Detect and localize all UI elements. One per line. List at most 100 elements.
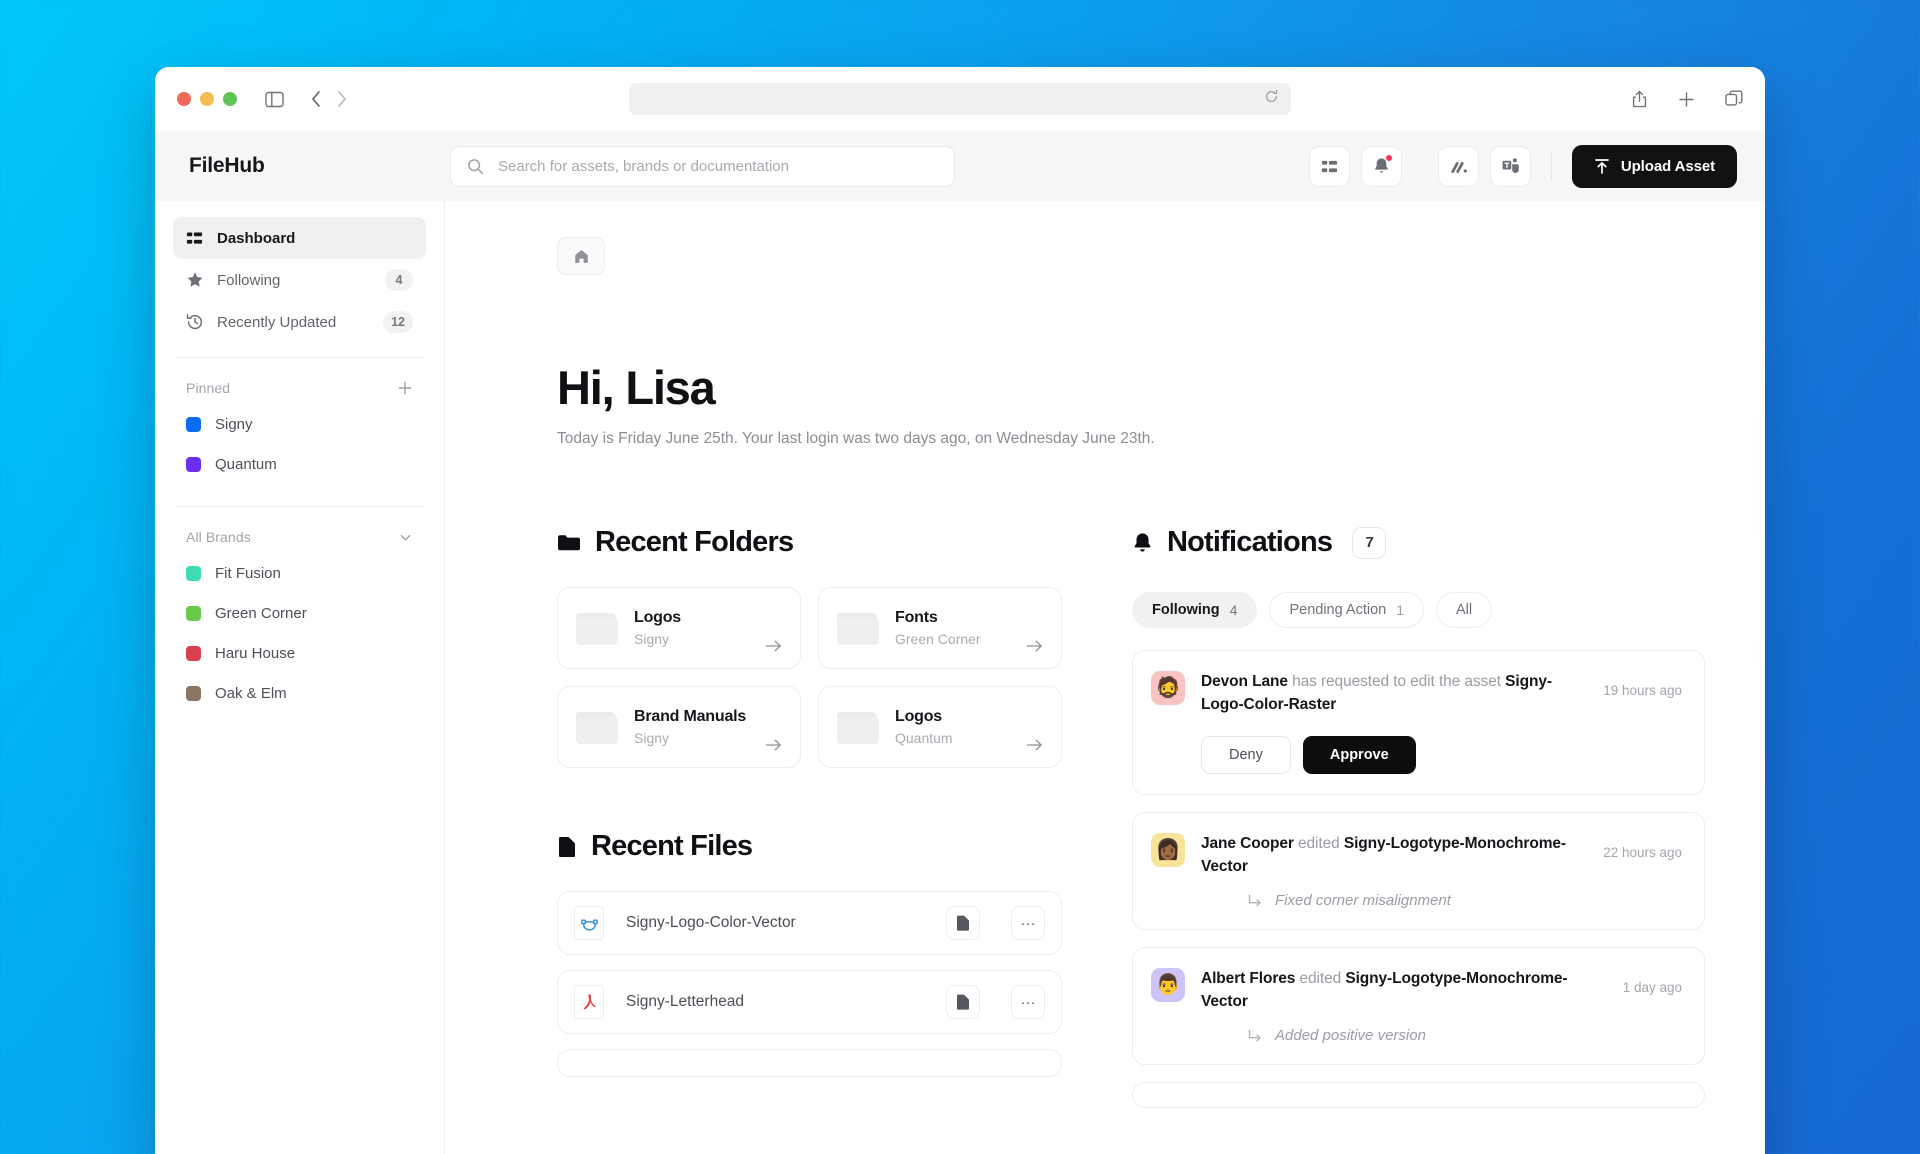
- file-more-options-button[interactable]: ···: [1011, 906, 1045, 941]
- file-row[interactable]: [557, 1049, 1062, 1078]
- app-header: FileHub Search for assets, brands or doc…: [155, 131, 1765, 201]
- pinned-label: Signy: [215, 415, 253, 433]
- tab-label: All: [1456, 602, 1473, 619]
- notifications-list: 🧔 Devon Lane has requested to edit the a…: [1132, 650, 1705, 1109]
- brand-item-green-corner[interactable]: Green Corner: [173, 593, 426, 633]
- add-pinned-icon[interactable]: [397, 380, 413, 396]
- folder-card[interactable]: Logos Signy: [557, 587, 801, 670]
- app-body: Dashboard Following 4 Recently Updated 1…: [155, 201, 1765, 1154]
- notification-badge-dot: [1384, 153, 1393, 162]
- pinned-item-signy[interactable]: Signy: [173, 404, 426, 444]
- notification-note: Added positive version: [1275, 1027, 1426, 1045]
- recent-folders-heading: Recent Folders: [557, 526, 1062, 559]
- back-icon[interactable]: [310, 90, 322, 108]
- monday-integration-button[interactable]: [1437, 145, 1479, 187]
- new-tab-icon[interactable]: [1678, 91, 1695, 108]
- brand-color-swatch: [186, 645, 201, 661]
- sidebar-item-following[interactable]: Following 4: [173, 259, 426, 301]
- folder-name: Fonts: [895, 609, 938, 627]
- folder-card[interactable]: Logos Quantum: [818, 686, 1062, 769]
- notifications-bell-button[interactable]: [1360, 145, 1402, 187]
- app-logo[interactable]: FileHub: [189, 154, 441, 178]
- pinned-label: Quantum: [215, 455, 277, 473]
- show-tabs-icon[interactable]: [1725, 90, 1743, 108]
- chevron-down-icon[interactable]: [398, 530, 413, 545]
- deny-button[interactable]: Deny: [1201, 736, 1291, 775]
- browser-chrome-actions: [1631, 90, 1743, 109]
- history-icon: [186, 313, 204, 331]
- notification-actor: Albert Flores: [1201, 970, 1296, 988]
- header-divider: [1550, 151, 1552, 181]
- recent-files-list: Signy-Logo-Color-Vector ··· Signy-Letter…: [557, 891, 1062, 1078]
- arrow-right-icon[interactable]: [1026, 738, 1043, 752]
- star-icon: [186, 271, 204, 289]
- notification-text: Albert Flores edited Signy-Logotype-Mono…: [1201, 968, 1595, 1013]
- folder-name: Brand Manuals: [634, 708, 747, 726]
- pdf-file-icon: [574, 985, 604, 1020]
- brand-item-fit-fusion[interactable]: Fit Fusion: [173, 553, 426, 593]
- reload-icon[interactable]: [1264, 89, 1279, 109]
- file-name: Signy-Letterhead: [626, 993, 745, 1011]
- pinned-section-header: Pinned: [173, 372, 426, 404]
- sidebar-item-recently-updated[interactable]: Recently Updated 12: [173, 301, 426, 343]
- close-window-button[interactable]: [177, 92, 191, 106]
- brand-item-oak-and-elm[interactable]: Oak & Elm: [173, 673, 426, 713]
- folder-card[interactable]: Fonts Green Corner: [818, 587, 1062, 670]
- approve-button[interactable]: Approve: [1302, 736, 1416, 775]
- folder-card[interactable]: Brand Manuals Signy: [557, 686, 801, 769]
- tab-label: Pending Action: [1289, 602, 1387, 619]
- minimize-window-button[interactable]: [200, 92, 214, 106]
- avatar-emoji: 👨: [1155, 974, 1181, 997]
- pinned-item-quantum[interactable]: Quantum: [173, 444, 426, 484]
- right-column: Notifications 7 Following 4 Pending Acti…: [1132, 526, 1705, 1109]
- arrow-right-icon[interactable]: [1026, 639, 1043, 653]
- brand-item-haru-house[interactable]: Haru House: [173, 633, 426, 673]
- notification-card[interactable]: 🧔 Devon Lane has requested to edit the a…: [1132, 650, 1705, 796]
- tab-count: 1: [1396, 602, 1404, 619]
- brand-label: Fit Fusion: [215, 564, 281, 582]
- tab-pending-action[interactable]: Pending Action 1: [1269, 592, 1424, 629]
- file-row[interactable]: Signy-Letterhead ···: [557, 970, 1062, 1035]
- sidebar-divider: [175, 506, 424, 507]
- sidebar-toggle-icon[interactable]: [265, 91, 284, 108]
- tab-label: Following: [1152, 602, 1220, 619]
- browser-window: FileHub Search for assets, brands or doc…: [155, 67, 1765, 1154]
- search-input[interactable]: [498, 157, 938, 175]
- file-more-options-button[interactable]: ···: [1011, 985, 1045, 1020]
- notification-card[interactable]: 👩🏾 Jane Cooper edited Signy-Logotype-Mon…: [1132, 812, 1705, 931]
- tab-all[interactable]: All: [1436, 592, 1493, 629]
- brand-color-swatch: [186, 685, 201, 701]
- maximize-window-button[interactable]: [223, 92, 237, 106]
- browser-url-bar[interactable]: [629, 83, 1291, 115]
- all-brands-title: All Brands: [186, 529, 251, 545]
- file-row[interactable]: Signy-Logo-Color-Vector ···: [557, 891, 1062, 956]
- apps-grid-button[interactable]: [1308, 145, 1350, 187]
- sidebar-item-dashboard[interactable]: Dashboard: [173, 217, 426, 259]
- dashboard-icon: [186, 230, 204, 247]
- brand-label: Green Corner: [215, 604, 307, 622]
- notification-card[interactable]: [1132, 1082, 1705, 1109]
- forward-icon[interactable]: [336, 90, 348, 108]
- greeting-subtitle: Today is Friday June 25th. Your last log…: [557, 430, 1155, 448]
- file-details-button[interactable]: [946, 906, 980, 941]
- upload-asset-button[interactable]: Upload Asset: [1571, 144, 1737, 188]
- notification-card[interactable]: 👨 Albert Flores edited Signy-Logotype-Mo…: [1132, 947, 1705, 1066]
- teams-integration-button[interactable]: [1489, 145, 1531, 187]
- brand-color-swatch: [186, 565, 201, 581]
- notification-actor: Devon Lane: [1201, 673, 1288, 691]
- global-search[interactable]: [450, 145, 955, 187]
- share-icon[interactable]: [1631, 90, 1648, 109]
- upload-asset-label: Upload Asset: [1620, 157, 1715, 175]
- brand-color-swatch: [186, 416, 201, 432]
- tab-following[interactable]: Following 4: [1132, 592, 1258, 629]
- sidebar: Dashboard Following 4 Recently Updated 1…: [155, 201, 445, 1154]
- all-brands-section-header[interactable]: All Brands: [173, 521, 426, 553]
- notifications-heading: Notifications 7: [1132, 526, 1705, 559]
- arrow-right-icon[interactable]: [765, 738, 782, 752]
- file-details-button[interactable]: [946, 985, 980, 1020]
- breadcrumb-home-button[interactable]: [557, 237, 605, 275]
- dashboard-columns: Recent Folders Logos Signy Fonts Green C…: [557, 526, 1705, 1109]
- search-icon: [467, 158, 484, 175]
- arrow-right-icon[interactable]: [765, 639, 782, 653]
- avatar: 👨: [1151, 968, 1185, 1003]
